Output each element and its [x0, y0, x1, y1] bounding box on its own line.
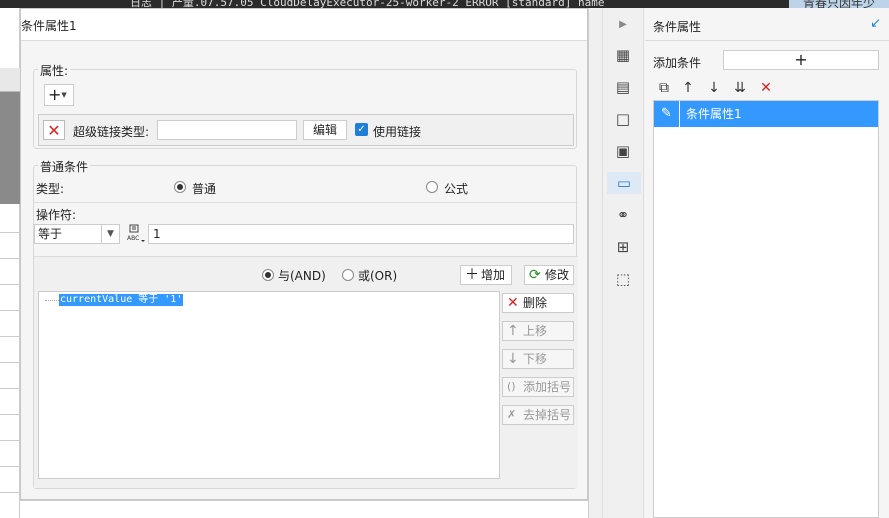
- add-attribute-button[interactable]: +▼: [44, 84, 74, 106]
- sheet-bottom-row: [20, 500, 590, 518]
- hyperlink-type-input[interactable]: [157, 120, 297, 140]
- attribute-group: 属性: +▼ ✕ 超级链接类型: 编辑 ✓ 使用链接: [33, 62, 577, 149]
- abc-type-icon[interactable]: ABC: [126, 224, 146, 244]
- refresh-icon: ⟳: [529, 267, 541, 283]
- sheet-gray-block: [0, 92, 20, 204]
- hyperlink-row: ✕ 超级链接类型: 编辑 ✓ 使用链接: [38, 114, 574, 146]
- add-condition-button[interactable]: ＋增加: [460, 265, 512, 285]
- logic-and-label: 与(AND): [278, 269, 326, 283]
- pane-title: 条件属性: [653, 20, 702, 34]
- remove-bracket-button[interactable]: ✗ 去掉括号: [502, 405, 574, 425]
- operator-label: 操作符:: [36, 208, 77, 222]
- add-label: 增加: [481, 268, 506, 282]
- delete-condition-button[interactable]: ✕ 删除: [502, 293, 574, 313]
- arrow-up-icon[interactable]: ↑: [679, 78, 697, 98]
- dialog-body: 属性: +▼ ✕ 超级链接类型: 编辑 ✓ 使用链接 普通条件 类型: 普通 公…: [33, 49, 578, 489]
- list-item[interactable]: ✎ 条件属性1: [654, 101, 878, 127]
- border-icon[interactable]: □: [611, 108, 635, 130]
- remove-bracket-icon: ✗: [507, 408, 517, 421]
- dropdown-widget-icon[interactable]: ▣: [611, 140, 635, 162]
- move-down-button[interactable]: ↓ 下移: [502, 349, 574, 369]
- side-icon-strip: ▶ ▦ ▤ □ ▣ ▭ ⚭ ⊞ ⬚: [602, 8, 644, 518]
- move-to-bottom-icon[interactable]: ⇊: [731, 78, 749, 98]
- type-formula-radio[interactable]: [426, 181, 438, 193]
- copy-icon[interactable]: ⧉: [655, 78, 673, 98]
- operator-value: 等于: [38, 227, 63, 241]
- close-icon: ✕: [507, 295, 519, 311]
- arrow-down-icon: ↓: [507, 351, 519, 367]
- resize-corner-icon[interactable]: ↙: [870, 16, 881, 31]
- type-formula-label: 公式: [444, 182, 469, 196]
- cell-attribute-icon[interactable]: ▦: [611, 44, 635, 66]
- sheet-scrollbar[interactable]: [588, 8, 602, 518]
- condition-attribute-icon[interactable]: ▭: [607, 172, 641, 194]
- widget-settings-icon[interactable]: ▤: [611, 76, 635, 98]
- expand-arrow-icon[interactable]: ▶: [611, 14, 635, 36]
- log-text: 日志 | 产量.07.57.05 CloudDelayExecutor-25-w…: [130, 0, 605, 8]
- move-up-button[interactable]: ↑ 上移: [502, 321, 574, 341]
- condition-value-input[interactable]: 1: [148, 224, 574, 244]
- logic-and-radio[interactable]: [262, 269, 274, 281]
- add-bracket-button[interactable]: () 添加括号: [502, 377, 574, 397]
- add-condition-attribute-button[interactable]: +: [723, 50, 879, 70]
- move-down-label: 下移: [523, 352, 548, 366]
- edit-button[interactable]: 编辑: [303, 120, 347, 140]
- dialog-title: 条件属性1: [21, 9, 587, 41]
- ruler: [0, 68, 20, 92]
- condition-attribute-dialog: 条件属性1 属性: +▼ ✕ 超级链接类型: 编辑 ✓ 使用链接 普通条件 类型…: [20, 8, 588, 500]
- modify-label: 修改: [545, 268, 570, 282]
- use-link-checkbox[interactable]: ✓: [355, 123, 368, 136]
- use-link-label: 使用链接: [373, 125, 422, 139]
- chevron-down-icon: ▼: [101, 225, 119, 243]
- sheet-area: [0, 8, 20, 518]
- svg-text:ABC: ABC: [127, 235, 139, 242]
- operator-select[interactable]: 等于 ▼: [34, 224, 120, 244]
- tree-structure-icon[interactable]: ⊞: [611, 236, 635, 258]
- type-normal-radio[interactable]: [174, 181, 186, 193]
- user-tab[interactable]: 青春只因年少: [789, 0, 889, 8]
- list-item-label: 条件属性1: [686, 107, 742, 121]
- add-bracket-label: 添加括号: [523, 380, 572, 394]
- bracket-icon: (): [507, 380, 516, 393]
- remove-attribute-icon[interactable]: ✕: [43, 120, 65, 140]
- remove-bracket-label: 去掉括号: [523, 408, 572, 422]
- condition-attribute-pane: 条件属性 ↙ 添加条件 + ⧉ ↑ ↓ ⇊ ✕ ✎ 条件属性1: [645, 8, 889, 518]
- modify-condition-button[interactable]: ⟳ 修改: [524, 265, 574, 285]
- arrow-down-icon[interactable]: ↓: [705, 78, 723, 98]
- close-icon[interactable]: ✕: [757, 78, 775, 98]
- logic-or-radio[interactable]: [342, 269, 354, 281]
- condition-attribute-list: ✎ 条件属性1: [653, 100, 879, 518]
- background-titlebar: 日志 | 产量.07.57.05 CloudDelayExecutor-25-w…: [0, 0, 889, 8]
- pencil-icon: ✎: [654, 101, 680, 127]
- hyperlink-type-label: 超级链接类型:: [73, 125, 150, 139]
- condition-item[interactable]: currentValue 等于 '1': [59, 294, 184, 306]
- caret-down-icon: ▼: [61, 91, 67, 99]
- condition-list[interactable]: currentValue 等于 '1': [38, 291, 500, 479]
- type-normal-label: 普通: [192, 182, 217, 196]
- normal-condition-group: 普通条件 类型: 普通 公式 操作符: 等于 ▼ ABC 1 与(AND) 或(…: [33, 158, 578, 489]
- delete-label: 删除: [523, 296, 548, 310]
- add-condition-label: 添加条件: [653, 56, 702, 70]
- logic-or-label: 或(OR): [358, 269, 398, 283]
- condition-panel: 与(AND) 或(OR) ＋增加 ⟳ 修改 currentValue 等于 '1'…: [34, 256, 578, 488]
- plus-icon: +: [48, 85, 62, 104]
- arrow-up-icon: ↑: [507, 323, 519, 339]
- plus-icon: ＋: [465, 267, 479, 283]
- mobile-icon[interactable]: ⬚: [611, 268, 635, 290]
- tree-line: [45, 300, 59, 301]
- pane-divider: [645, 40, 889, 41]
- condition-group-label: 普通条件: [38, 158, 91, 175]
- type-label: 类型:: [36, 182, 65, 196]
- divider: [34, 202, 578, 203]
- attribute-group-label: 属性:: [38, 62, 71, 79]
- move-up-label: 上移: [523, 324, 548, 338]
- hyperlink-icon[interactable]: ⚭: [611, 204, 635, 226]
